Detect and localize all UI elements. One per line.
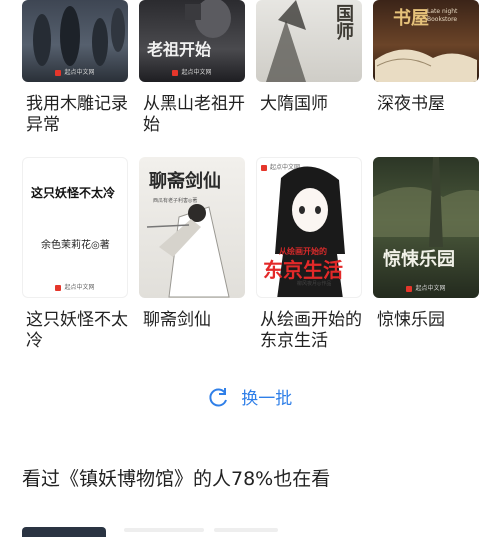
book-title[interactable]: 深夜书屋 [377, 94, 489, 115]
refresh-batch-button[interactable]: 换一批 [0, 384, 500, 409]
book-cover[interactable]: 老祖开始 起点中文网 [139, 0, 245, 82]
cover-title: 老祖开始 [147, 40, 212, 59]
cover-subtitle: Late night Bookstore [427, 8, 458, 23]
cover-title: 国师 [333, 4, 354, 40]
book-cover[interactable]: 起点中文网 从绘画开始的 东京生活 柳风夜月◎作品 [256, 157, 362, 298]
book-cover[interactable]: 书屋 Late night Bookstore [373, 0, 479, 82]
cover-title: 这只妖怪不太冷 [31, 186, 116, 200]
publisher-label: 起点中文网 [23, 282, 127, 291]
cover-title: 东京生活 [263, 258, 343, 282]
publisher-label: 起点中文网 [139, 67, 245, 76]
cover-title: 书屋 [393, 8, 429, 29]
book-cover[interactable]: 国师 [256, 0, 362, 82]
cover-author: 柳风夜月◎作品 [297, 281, 332, 287]
book-cover[interactable]: 起点中文网 [22, 0, 128, 82]
refresh-icon [209, 387, 227, 406]
cover-title: 聊斋剑仙 [149, 171, 221, 192]
cover-art [373, 157, 479, 247]
book-cover[interactable]: 聊斋剑仙 西瓜有老子利害◎著 [139, 157, 245, 298]
publisher-label: 起点中文网 [22, 67, 128, 76]
cover-author: 余色茉莉花◎著 [41, 240, 110, 251]
placeholder-line [214, 528, 278, 532]
book-title[interactable]: 大隋国师 [260, 94, 372, 115]
next-cover-peek [22, 527, 106, 537]
refresh-label: 换一批 [241, 389, 293, 409]
placeholder-line [124, 528, 204, 532]
cover-title: 惊悚乐园 [383, 249, 455, 270]
book-title[interactable]: 聊斋剑仙 [143, 310, 255, 331]
book-title[interactable]: 从绘画开始的东京生活 [260, 310, 372, 352]
section-title: 看过《镇妖博物馆》的人78%也在看 [22, 468, 331, 490]
book-cover[interactable]: 惊悚乐园 起点中文网 [373, 157, 479, 298]
book-title[interactable]: 这只妖怪不太冷 [26, 310, 138, 352]
book-cover[interactable]: 这只妖怪不太冷 余色茉莉花◎著 起点中文网 [22, 157, 128, 298]
cover-author: 西瓜有老子利害◎著 [153, 198, 198, 204]
book-title[interactable]: 我用木雕记录异常 [26, 94, 138, 136]
book-title[interactable]: 从黑山老祖开始 [143, 94, 255, 136]
publisher-label: 起点中文网 [373, 283, 479, 292]
book-title[interactable]: 惊悚乐园 [377, 310, 489, 331]
